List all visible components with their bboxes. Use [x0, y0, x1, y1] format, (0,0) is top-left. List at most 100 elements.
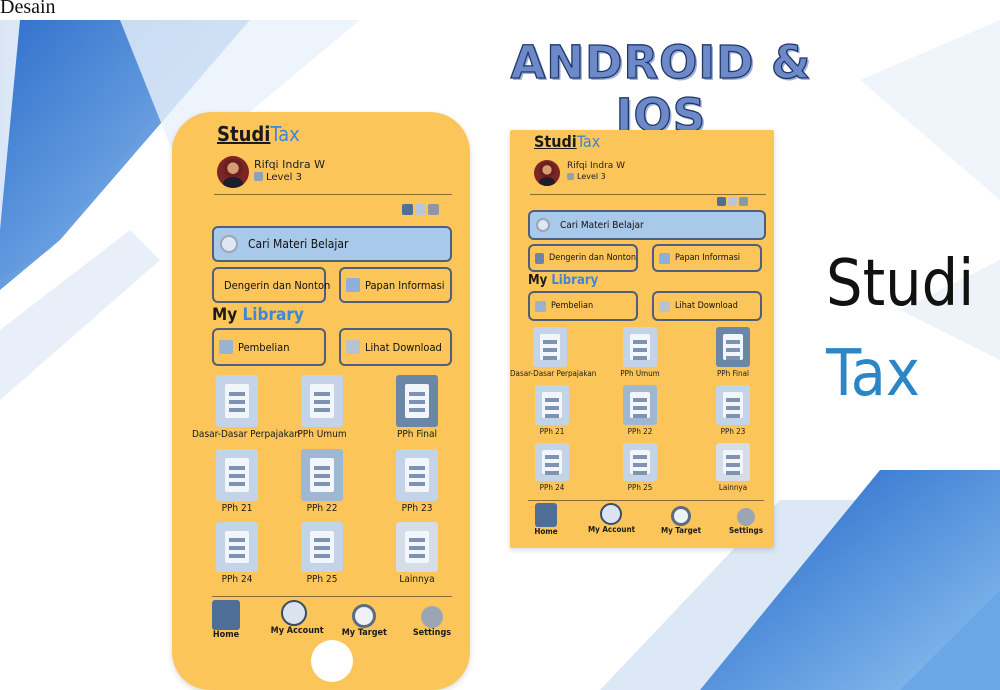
downloads-button[interactable]: Lihat Download: [339, 328, 452, 366]
gear-icon: [737, 508, 755, 526]
tile-lainnya[interactable]: Lainnya: [703, 443, 763, 492]
listen-watch-button[interactable]: Dengerin dan Nonton: [212, 267, 330, 303]
tablet-icon: [216, 522, 258, 572]
binders-icon: [396, 522, 438, 572]
user-name: Rifqi Indra W: [567, 161, 626, 171]
home-icon: [212, 600, 240, 630]
tile-pph-25[interactable]: PPh 25: [292, 522, 352, 585]
tile-pph-24[interactable]: PPh 24: [522, 443, 582, 492]
top-icons: [402, 204, 439, 215]
document-label: Desain: [0, 0, 56, 18]
board-icon: [346, 278, 360, 292]
checklist-icon: [535, 385, 569, 425]
tile-pph-21[interactable]: PPh 21: [207, 449, 267, 514]
tile-dasar-dasar-perpajakan[interactable]: Dasar-Dasar Perpajakan: [192, 375, 300, 440]
home-button[interactable]: [311, 640, 353, 682]
building-icon: [301, 522, 343, 572]
search-input[interactable]: Cari Materi Belajar: [528, 210, 766, 240]
app-logo: StudiTax: [217, 122, 300, 146]
stack-icon: [346, 340, 360, 354]
bottom-nav: Home My Account My Target Settings: [206, 600, 452, 640]
nav-settings[interactable]: Settings: [412, 600, 452, 640]
user-level: Level 3: [254, 172, 302, 183]
nav-settings[interactable]: Settings: [728, 503, 764, 536]
level-icon: [254, 172, 263, 181]
tile-pph-22[interactable]: PPh 22: [292, 449, 352, 514]
gear-icon: [420, 606, 443, 628]
tablet-icon: [535, 443, 569, 481]
tile-dasar-dasar-perpajakan[interactable]: Dasar-Dasar Perpajakan: [510, 327, 596, 378]
nav-home[interactable]: Home: [206, 600, 246, 640]
divider: [214, 194, 452, 195]
downloads-button[interactable]: Lihat Download: [652, 291, 762, 321]
stack-icon: [659, 300, 670, 312]
nav-my-account[interactable]: My Account: [271, 600, 324, 640]
listen-watch-button[interactable]: Dengerin dan Nonton: [528, 244, 638, 272]
cart-icon: [219, 340, 233, 354]
brand-logo-large: Studi Tax: [826, 252, 974, 406]
tile-pph-final[interactable]: PPh Final: [703, 327, 763, 378]
tile-lainnya[interactable]: Lainnya: [387, 522, 447, 585]
book-icon: [623, 327, 657, 367]
phone-mockup-large: StudiTax Rifqi Indra W Level 3 Cari Mate…: [172, 112, 470, 690]
nav-home[interactable]: Home: [528, 503, 564, 536]
clipboard-icon: [216, 375, 258, 427]
purchase-button[interactable]: Pembelian: [528, 291, 638, 321]
nav-my-target[interactable]: My Target: [341, 600, 387, 640]
tile-pph-final[interactable]: PPh Final: [387, 375, 447, 440]
search-icon: [220, 235, 238, 253]
trash-icon[interactable]: [428, 204, 439, 215]
account-icon: [600, 503, 622, 525]
cart-icon: [535, 300, 546, 312]
info-board-button[interactable]: Papan Informasi: [339, 267, 452, 303]
home-icon: [535, 503, 557, 527]
target-icon: [352, 604, 377, 628]
tile-pph-23[interactable]: PPh 23: [387, 449, 447, 514]
document-icon: [396, 375, 438, 427]
target-icon: [671, 506, 691, 526]
board-icon: [659, 252, 670, 264]
info-board-button[interactable]: Papan Informasi: [652, 244, 762, 272]
nav-my-account[interactable]: My Account: [588, 503, 635, 536]
nav-my-target[interactable]: My Target: [658, 503, 704, 536]
tile-pph-23[interactable]: PPh 23: [703, 385, 763, 436]
media-icon: [535, 252, 545, 264]
info-icon[interactable]: [402, 204, 413, 215]
document-icon: [716, 327, 750, 367]
purchase-button[interactable]: Pembelian: [212, 328, 326, 366]
nav-divider: [528, 500, 764, 501]
library-title: My Library: [212, 305, 304, 325]
paper-icon: [301, 449, 343, 501]
checklist-icon: [216, 449, 258, 501]
tile-pph-24[interactable]: PPh 24: [207, 522, 267, 585]
trash-icon[interactable]: [739, 197, 748, 206]
book-icon: [301, 375, 343, 427]
level-icon: [567, 173, 574, 180]
info-icon[interactable]: [717, 197, 726, 206]
top-icons: [717, 197, 748, 206]
search-icon: [536, 218, 550, 232]
brand-word-tax: Tax: [826, 337, 920, 411]
phone-mockup-small: StudiTax Rifqi Indra W Level 3 Cari Mate…: [510, 130, 774, 548]
tile-pph-umum[interactable]: PPh Umum: [292, 375, 352, 440]
tile-pph-22[interactable]: PPh 22: [610, 385, 670, 436]
binders-icon: [716, 443, 750, 481]
divider: [530, 194, 766, 195]
form-icon: [716, 385, 750, 425]
chat-icon[interactable]: [728, 197, 737, 206]
avatar[interactable]: [217, 156, 249, 188]
user-name: Rifqi Indra W: [254, 158, 325, 171]
tile-pph-21[interactable]: PPh 21: [522, 385, 582, 436]
nav-divider: [212, 596, 452, 597]
avatar[interactable]: [534, 160, 560, 186]
platform-headline: ANDROID & IOS: [510, 35, 812, 142]
search-input[interactable]: Cari Materi Belajar: [212, 226, 452, 262]
user-level: Level 3: [567, 172, 606, 181]
chat-icon[interactable]: [415, 204, 426, 215]
tile-pph-25[interactable]: PPh 25: [610, 443, 670, 492]
library-title: My Library: [528, 273, 599, 288]
paper-icon: [623, 385, 657, 425]
tile-pph-umum[interactable]: PPh Umum: [610, 327, 670, 378]
building-icon: [623, 443, 657, 481]
bottom-nav: Home My Account My Target Settings: [528, 503, 764, 536]
